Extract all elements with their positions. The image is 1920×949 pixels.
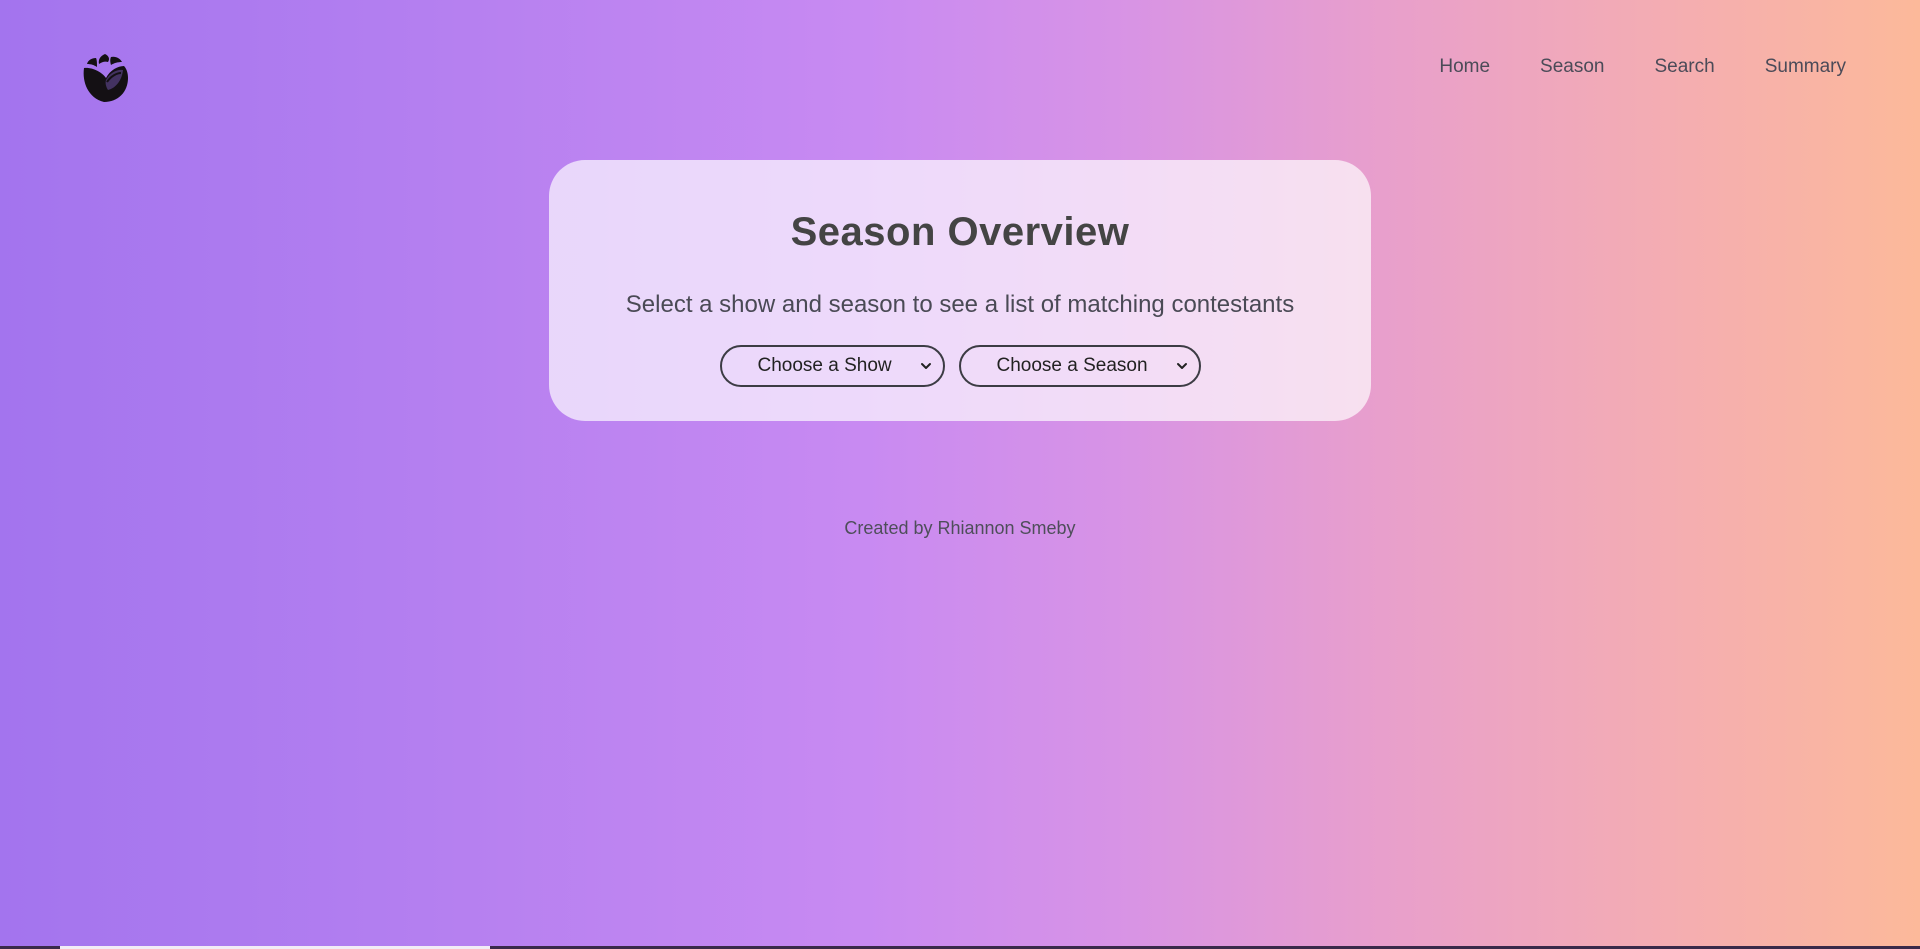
page-title: Season Overview <box>790 210 1130 254</box>
season-select-value: Choose a Season <box>996 355 1148 376</box>
rose-logo-icon[interactable] <box>78 52 132 106</box>
chevron-down-icon <box>1176 363 1187 369</box>
page-subtitle: Select a show and season to see a list o… <box>625 291 1295 318</box>
nav-season[interactable]: Season <box>1540 56 1604 78</box>
nav-home[interactable]: Home <box>1439 56 1490 78</box>
footer-credit: Created by Rhiannon Smeby <box>844 518 1076 538</box>
nav-search[interactable]: Search <box>1655 56 1715 78</box>
main-nav: Home Season Search Summary <box>1439 56 1846 78</box>
filter-selects: Choose a Show Choose a Season <box>549 345 1371 387</box>
nav-summary[interactable]: Summary <box>1765 56 1846 78</box>
chevron-down-icon <box>920 363 931 369</box>
season-overview-card: Season Overview Select a show and season… <box>549 160 1371 421</box>
season-select[interactable]: Choose a Season <box>958 345 1201 387</box>
show-select[interactable]: Choose a Show <box>719 345 945 387</box>
show-select-value: Choose a Show <box>757 355 892 376</box>
